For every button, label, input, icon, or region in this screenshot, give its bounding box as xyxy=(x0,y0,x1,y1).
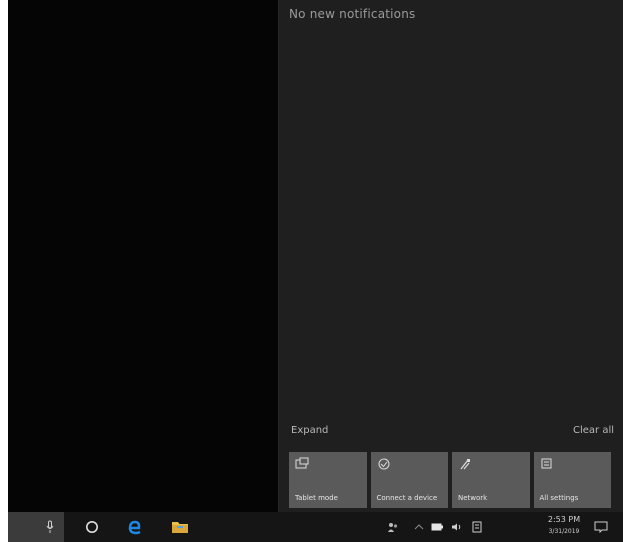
clock[interactable]: 2:53 PM 3/31/2019 xyxy=(544,514,584,538)
clock-time: 2:53 PM xyxy=(547,515,581,524)
tile-all-settings[interactable]: All settings xyxy=(533,452,611,508)
action-center-panel: No new notifications Expand Clear all Ta… xyxy=(278,0,623,512)
clock-date: 3/31/2019 xyxy=(548,528,580,535)
clear-all-link[interactable]: Clear all xyxy=(573,425,614,436)
tile-label: Connect a device xyxy=(376,494,438,502)
no-notifications-heading: No new notifications xyxy=(289,7,416,21)
tile-network[interactable]: Network xyxy=(452,452,530,508)
tablet-mode-icon xyxy=(295,457,309,469)
keyboard-icon xyxy=(472,521,482,533)
taskbar: 2:53 PM 3/31/2019 xyxy=(8,512,623,542)
people-icon xyxy=(388,523,398,532)
tile-tablet-mode[interactable]: Tablet mode xyxy=(289,452,367,508)
volume-button[interactable] xyxy=(448,512,466,542)
people-button[interactable] xyxy=(384,512,402,542)
edge-browser-button[interactable] xyxy=(120,512,148,542)
network-icon xyxy=(460,459,470,470)
battery-icon xyxy=(431,523,443,531)
tile-label: Network xyxy=(458,494,488,502)
file-explorer-icon xyxy=(172,522,188,533)
expand-link[interactable]: Expand xyxy=(291,425,328,436)
action-center-button[interactable] xyxy=(588,512,614,542)
chevron-up-icon xyxy=(414,524,424,530)
volume-icon xyxy=(452,523,461,531)
task-view-button[interactable] xyxy=(80,512,104,542)
notification-icon xyxy=(594,521,608,533)
task-view-icon xyxy=(86,521,98,533)
file-explorer-button[interactable] xyxy=(166,512,194,542)
connect-icon xyxy=(378,458,389,470)
screen: No new notifications Expand Clear all Ta… xyxy=(8,0,623,542)
keyboard-button[interactable] xyxy=(468,512,486,542)
edge-browser-icon xyxy=(128,520,141,535)
search-box[interactable] xyxy=(8,512,64,542)
show-hidden-icons-button[interactable] xyxy=(410,512,428,542)
desktop[interactable] xyxy=(8,0,278,512)
battery-button[interactable] xyxy=(428,512,446,542)
tile-label: Tablet mode xyxy=(295,494,338,502)
tile-label: All settings xyxy=(539,494,579,502)
tile-connect[interactable]: Connect a device xyxy=(370,452,448,508)
quick-actions: Tablet mode Connect a device Network All… xyxy=(289,452,611,508)
settings-icon xyxy=(541,458,551,469)
microphone-icon[interactable] xyxy=(46,520,54,534)
